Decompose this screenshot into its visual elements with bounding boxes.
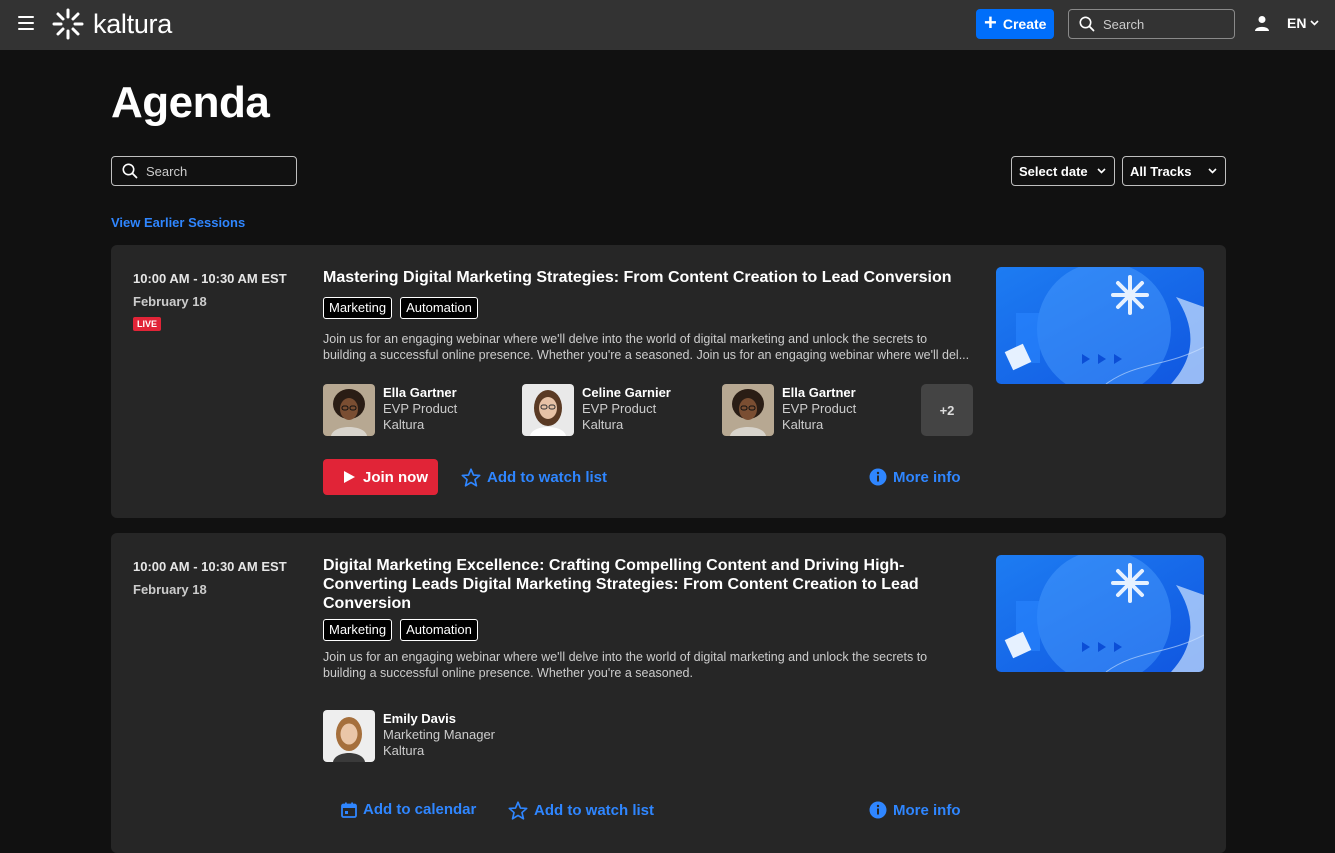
- more-speakers-button[interactable]: +2: [921, 384, 973, 436]
- speaker-org: Kaltura: [383, 743, 425, 758]
- avatar: [522, 384, 574, 436]
- date-filter-label: Select date: [1019, 163, 1088, 179]
- logo-text: kaltura: [93, 9, 172, 39]
- join-now-label: Join now: [363, 468, 428, 486]
- create-label: Create: [1002, 16, 1047, 32]
- info-circle-icon: [869, 468, 887, 486]
- speaker-name: Emily Davis: [383, 711, 456, 726]
- speaker-info: Emily Davis Marketing Manager Kaltura: [383, 711, 495, 762]
- more-info-label: More info: [893, 801, 961, 819]
- description-line: Join us for an engaging webinar where we…: [323, 650, 928, 664]
- star-outline-icon: [461, 468, 481, 487]
- session-tags: Marketing Automation: [323, 619, 478, 641]
- add-to-watch-list-button[interactable]: Add to watch list: [461, 468, 607, 487]
- avatar: [323, 384, 375, 436]
- avatar: [323, 710, 375, 762]
- session-title[interactable]: Mastering Digital Marketing Strategies: …: [323, 268, 953, 287]
- calendar-icon: [341, 802, 357, 818]
- agenda-search-placeholder: Search: [146, 163, 188, 179]
- tag-marketing[interactable]: Marketing: [323, 619, 393, 641]
- description-line: building a successful online presence. W…: [323, 666, 693, 680]
- description-line: building a successful online presence. W…: [323, 348, 970, 362]
- tag-automation[interactable]: Automation: [400, 297, 478, 319]
- track-filter-dropdown[interactable]: All Tracks: [1122, 156, 1226, 186]
- session-title[interactable]: Digital Marketing Excellence: Crafting C…: [323, 556, 933, 613]
- speaker-org: Kaltura: [383, 417, 425, 432]
- play-icon: [344, 471, 355, 483]
- session-card: 10:00 AM - 10:30 AM EST February 18 LIVE…: [111, 245, 1226, 518]
- speaker-name: Ella Gartner: [782, 385, 856, 400]
- global-search-placeholder: Search: [1103, 16, 1145, 32]
- speaker-name: Celine Garnier: [582, 385, 671, 400]
- hamburger-menu-icon[interactable]: [18, 16, 34, 30]
- info-circle-icon: [869, 801, 887, 819]
- user-icon[interactable]: [1254, 15, 1270, 36]
- session-date: February 18: [133, 294, 207, 309]
- watch-list-label: Add to watch list: [534, 802, 654, 819]
- top-bar: kaltura + Create Search EN: [0, 0, 1335, 50]
- kaltura-asterisk-icon: [52, 8, 84, 40]
- session-description: Join us for an engaging webinar where we…: [323, 331, 973, 363]
- chevron-down-icon: [1310, 20, 1320, 26]
- more-info-label: More info: [893, 468, 961, 486]
- speaker-item[interactable]: Celine Garnier EVP Product Kaltura: [522, 384, 671, 436]
- date-filter-dropdown[interactable]: Select date: [1011, 156, 1115, 186]
- plus-icon: +: [984, 10, 997, 35]
- speaker-info: Ella Gartner EVP Product Kaltura: [383, 385, 457, 436]
- session-description: Join us for an engaging webinar where we…: [323, 649, 973, 681]
- chevron-down-icon: [1097, 168, 1106, 174]
- kaltura-logo[interactable]: kaltura: [52, 7, 172, 41]
- calendar-label: Add to calendar: [363, 801, 477, 818]
- add-to-watch-list-button[interactable]: Add to watch list: [508, 801, 654, 820]
- speaker-role: Marketing Manager: [383, 727, 495, 742]
- view-earlier-sessions-link[interactable]: View Earlier Sessions: [111, 215, 245, 230]
- agenda-search-input[interactable]: Search: [111, 156, 297, 186]
- join-now-button[interactable]: Join now: [323, 459, 438, 495]
- chevron-down-icon: [1208, 168, 1217, 174]
- language-label: EN: [1287, 15, 1307, 31]
- create-button[interactable]: + Create: [976, 9, 1054, 39]
- speaker-role: EVP Product: [383, 401, 458, 416]
- star-outline-icon: [508, 801, 528, 820]
- global-search-input[interactable]: Search: [1068, 9, 1235, 39]
- track-filter-label: All Tracks: [1130, 163, 1192, 179]
- search-icon: [122, 163, 138, 179]
- speaker-item[interactable]: Ella Gartner EVP Product Kaltura: [323, 384, 457, 436]
- session-tags: Marketing Automation: [323, 297, 478, 319]
- speaker-org: Kaltura: [782, 417, 824, 432]
- session-thumbnail[interactable]: [996, 555, 1204, 672]
- page-title: Agenda: [111, 78, 270, 127]
- speaker-org: Kaltura: [582, 417, 624, 432]
- session-time: 10:00 AM - 10:30 AM EST: [133, 271, 287, 286]
- more-info-button[interactable]: More info: [869, 468, 961, 486]
- search-icon: [1079, 16, 1095, 32]
- add-to-calendar-button[interactable]: Add to calendar: [341, 801, 476, 818]
- watch-list-label: Add to watch list: [487, 469, 607, 486]
- live-badge: LIVE: [133, 317, 162, 331]
- session-thumbnail[interactable]: [996, 267, 1204, 384]
- session-time: 10:00 AM - 10:30 AM EST: [133, 559, 287, 574]
- speaker-item[interactable]: Emily Davis Marketing Manager Kaltura: [323, 710, 495, 762]
- speaker-name: Ella Gartner: [383, 385, 457, 400]
- speaker-role: EVP Product: [782, 401, 857, 416]
- speaker-info: Celine Garnier EVP Product Kaltura: [582, 385, 671, 436]
- tag-automation[interactable]: Automation: [400, 619, 478, 641]
- language-selector[interactable]: EN: [1287, 15, 1320, 31]
- tag-marketing[interactable]: Marketing: [323, 297, 393, 319]
- speaker-info: Ella Gartner EVP Product Kaltura: [782, 385, 856, 436]
- more-info-button[interactable]: More info: [869, 801, 961, 819]
- avatar: [722, 384, 774, 436]
- session-card: 10:00 AM - 10:30 AM EST February 18 Digi…: [111, 533, 1226, 853]
- speaker-item[interactable]: Ella Gartner EVP Product Kaltura: [722, 384, 856, 436]
- description-line: Join us for an engaging webinar where we…: [323, 332, 928, 346]
- speaker-role: EVP Product: [582, 401, 657, 416]
- session-date: February 18: [133, 582, 207, 597]
